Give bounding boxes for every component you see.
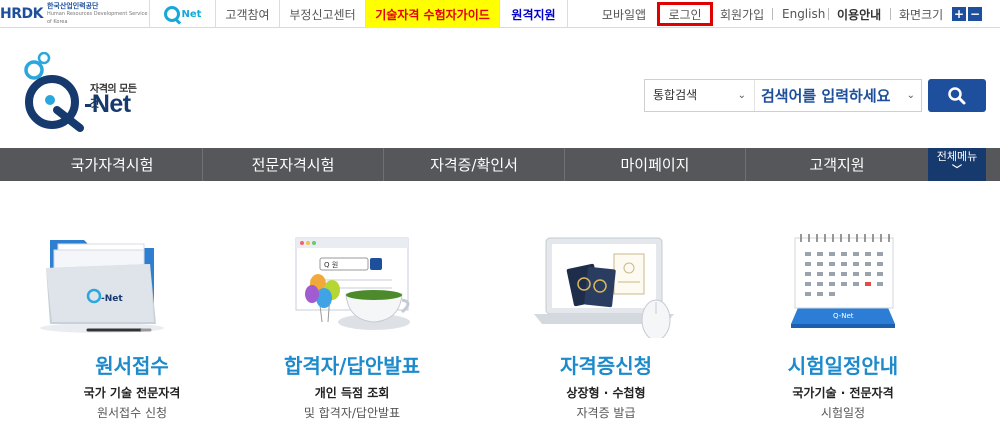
top-utility-bar: HRDK 한국산업인력공단 Human Resources Developmen… (0, 0, 1000, 28)
screen-size-label: 화면크기 (899, 7, 944, 22)
quick-menu-description: 및 합격자/답안발표 (303, 406, 401, 420)
join-link[interactable]: 회원가입 (720, 0, 764, 28)
calendar-brand-text: Q-Net (833, 312, 854, 320)
hrdk-logo-link[interactable]: HRDK 한국산업인력공단 Human Resources Developmen… (0, 0, 150, 28)
folder-brand-text: -Net (101, 294, 123, 304)
gnb-item-mypage[interactable]: 마이페이지 (565, 148, 746, 181)
hrdk-name-ko: 한국산업인력공단 (46, 2, 99, 10)
qnet-logo[interactable]: 자격의 모든것 -Net (22, 51, 142, 134)
folder-icon: -Net (22, 228, 242, 338)
mobile-app-link[interactable]: 모바일앱 (592, 0, 656, 28)
quick-menu-description: 원서접수 신청 (96, 406, 168, 420)
quick-menu-subtitle: 상장형 · 수첩형 (566, 386, 646, 400)
qnet-q-icon (163, 6, 180, 22)
laptop-passport-icon (496, 228, 716, 341)
divider (772, 8, 773, 20)
browser-search-text: Q 원 (324, 260, 338, 269)
usage-guide-link[interactable]: 이용안내 (837, 0, 881, 28)
quick-menu-description: 자격증 발급 (576, 406, 636, 420)
quick-menu-certificate[interactable]: 자격증신청 상장형 · 수첩형 자격증 발급 (496, 228, 716, 421)
all-menu-button[interactable]: 전체메뉴 ﹀ (928, 148, 986, 181)
hrdk-mark: HRDK (0, 6, 43, 22)
remote-support-link[interactable]: 원격지원 (500, 0, 568, 28)
zoom-out-button[interactable]: − (968, 7, 982, 21)
login-link[interactable]: 로그인 (657, 2, 713, 26)
gnb-item-professional-exam[interactable]: 전문자격시험 (203, 148, 384, 181)
quick-menu-title: 합격자/답안발표 (283, 354, 421, 378)
quick-menu-results[interactable]: Q 원 합격자/답안발표 개인 득점 조회 및 합격자/답안발표 (242, 228, 462, 421)
search-type-value: 통합검색 (653, 88, 698, 102)
chevron-down-icon[interactable]: ⌄ (907, 80, 915, 111)
main-navigation: 국가자격시험 전문자격시험 자격증/확인서 마이페이지 고객지원 (0, 148, 1000, 181)
zoom-in-button[interactable]: + (952, 7, 966, 21)
quick-menu-title: 자격증신청 (560, 354, 652, 378)
report-center-link[interactable]: 부정신고센터 (280, 0, 366, 28)
hrdk-name: 한국산업인력공단 Human Resources Development Ser… (47, 2, 149, 26)
all-menu-label: 전체메뉴 (936, 150, 978, 163)
quick-menu-subtitle: 국가기술 · 전문자격 (792, 386, 894, 400)
chevron-down-icon: ﹀ (952, 165, 962, 176)
qnet-small-logo-link[interactable]: Net (150, 0, 216, 28)
search-box: 통합검색 ⌄ ⌄ (644, 79, 922, 112)
gnb-item-certificate[interactable]: 자격증/확인서 (384, 148, 565, 181)
logo-wordmark: -Net (84, 90, 131, 118)
browser-teacup-icon: Q 원 (242, 228, 462, 338)
quick-menu-schedule[interactable]: Q-Net 시험일정안내 국가기술 · 전문자격 시험일정 (733, 228, 953, 421)
search-input[interactable] (755, 80, 921, 111)
gnb-item-national-exam[interactable]: 국가자격시험 (22, 148, 203, 181)
hrdk-name-en: Human Resources Development Service of K… (46, 11, 148, 25)
customer-participation-link[interactable]: 고객참여 (216, 0, 280, 28)
english-link[interactable]: English (782, 0, 825, 28)
quick-menu-description: 시험일정 (820, 406, 866, 420)
exam-guide-link[interactable]: 기술자격 수험자가이드 (366, 0, 500, 28)
search-button[interactable] (928, 79, 986, 112)
search-type-select[interactable]: 통합검색 ⌄ (645, 80, 755, 111)
quick-menu-subtitle: 개인 득점 조회 (314, 386, 390, 400)
divider (828, 8, 829, 20)
quick-menu-title: 시험일정안내 (787, 354, 899, 378)
quick-menu-subtitle: 국가 기술 전문자격 (83, 386, 181, 400)
gnb-item-customer-support[interactable]: 고객지원 (746, 148, 928, 181)
desk-calendar-icon: Q-Net (733, 228, 953, 338)
divider (890, 8, 891, 20)
qnet-small-text: Net (181, 8, 202, 20)
quick-menu-title: 원서접수 (95, 354, 169, 378)
chevron-down-icon: ⌄ (737, 90, 746, 101)
quick-menu-application[interactable]: -Net 원서접수 국가 기술 전문자격 원서접수 신청 (22, 228, 242, 421)
search-icon (948, 86, 966, 104)
